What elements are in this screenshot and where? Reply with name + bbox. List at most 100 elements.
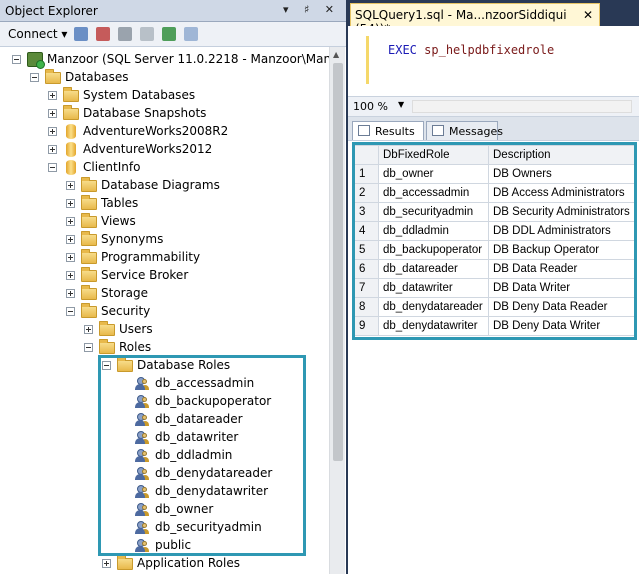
tree-node[interactable]: Application Roles	[0, 555, 329, 573]
folder-icon	[81, 195, 97, 210]
change-tracking-margin	[366, 36, 369, 84]
tree-node[interactable]: Storage	[0, 285, 329, 303]
tree-vertical-scrollbar[interactable]: ▲	[329, 47, 345, 574]
close-tab-icon[interactable]: ✕	[583, 8, 593, 22]
collapse-icon[interactable]	[184, 27, 198, 41]
results-tab-strip: Results Messages	[348, 117, 639, 140]
collapse-node-icon[interactable]	[66, 307, 75, 316]
sql-keyword: EXEC	[388, 43, 417, 57]
folder-icon	[63, 87, 79, 102]
collapse-node-icon[interactable]	[84, 343, 93, 352]
results-highlight	[352, 142, 637, 340]
folder-icon	[81, 267, 97, 282]
collapse-node-icon[interactable]	[12, 55, 21, 64]
tree-node[interactable]: Manzoor (SQL Server 11.0.2218 - Manzoor\…	[0, 51, 329, 69]
expand-icon[interactable]	[66, 181, 75, 190]
expand-icon[interactable]	[48, 109, 57, 118]
query-window: SQLQuery1.sql - Ma...nzoorSiddiqui (54))…	[348, 0, 639, 574]
tree-node[interactable]: Databases	[0, 69, 329, 87]
zoom-level[interactable]: 100 %	[353, 100, 388, 113]
tree-node[interactable]: ClientInfo	[0, 159, 329, 177]
tree-node-label: AdventureWorks2008R2	[83, 124, 229, 138]
tree-node[interactable]: Database Snapshots	[0, 105, 329, 123]
expand-icon[interactable]	[48, 127, 57, 136]
tree-node-label: ClientInfo	[83, 160, 141, 174]
sql-procedure-name: sp_helpdbfixedrole	[424, 43, 555, 57]
folder-icon	[99, 321, 115, 336]
folder-icon	[81, 285, 97, 300]
stop-icon[interactable]	[118, 27, 132, 41]
folder-icon	[117, 555, 133, 570]
tab-results-label: Results	[375, 125, 415, 138]
tree-node-label: Service Broker	[101, 268, 189, 282]
folder-icon	[99, 339, 115, 354]
results-grid-area: DbFixedRole Description 1 db_owner DB Owne…	[348, 140, 639, 574]
filter-icon[interactable]	[140, 27, 154, 41]
tree-node[interactable]: Database Diagrams	[0, 177, 329, 195]
zoom-bar: 100 % ▼	[348, 96, 639, 117]
object-explorer-panel: Object Explorer ▾ ♯ ✕ Connect ▾ Manzoor …	[0, 0, 346, 574]
folder-icon	[81, 303, 97, 318]
folder-icon	[81, 249, 97, 264]
expand-icon[interactable]	[66, 289, 75, 298]
document-tab-strip: SQLQuery1.sql - Ma...nzoorSiddiqui (54))…	[348, 0, 639, 36]
tree-node-label: Synonyms	[101, 232, 164, 246]
connect-button[interactable]: Connect ▾	[8, 27, 67, 41]
tree-node-label: Security	[101, 304, 151, 318]
tree-node[interactable]: AdventureWorks2008R2	[0, 123, 329, 141]
panel-window-buttons[interactable]: ▾ ♯ ✕	[283, 3, 340, 16]
expand-icon[interactable]	[66, 235, 75, 244]
object-explorer-toolbar: Connect ▾	[0, 22, 346, 47]
server-icon	[27, 52, 45, 69]
refresh-icon[interactable]	[162, 27, 176, 41]
expand-icon[interactable]	[48, 145, 57, 154]
tree-node-label: Application Roles	[137, 556, 240, 570]
database-icon	[66, 142, 76, 157]
tab-results[interactable]: Results	[352, 121, 424, 140]
collapse-node-icon[interactable]	[30, 73, 39, 82]
object-explorer-title: Object Explorer	[5, 4, 98, 18]
connect-object-explorer-icon[interactable]	[74, 27, 88, 41]
disconnect-icon[interactable]	[96, 27, 110, 41]
expand-icon[interactable]	[66, 199, 75, 208]
tree-node[interactable]: Tables	[0, 195, 329, 213]
expand-icon[interactable]	[102, 559, 111, 568]
tree-node[interactable]: Programmability	[0, 249, 329, 267]
editor-horizontal-scrollbar[interactable]	[412, 100, 632, 113]
expand-icon[interactable]	[66, 271, 75, 280]
expand-icon[interactable]	[48, 91, 57, 100]
scrollbar-thumb[interactable]	[333, 63, 343, 461]
tree-node-label: Database Snapshots	[83, 106, 207, 120]
zoom-dropdown-icon[interactable]: ▼	[398, 100, 404, 109]
tree-node[interactable]: System Databases	[0, 87, 329, 105]
collapse-node-icon[interactable]	[48, 163, 57, 172]
tree-node-label: Tables	[101, 196, 139, 210]
tree-node-label: Roles	[119, 340, 152, 354]
tree-node-label: Programmability	[101, 250, 201, 264]
tree-node[interactable]: Service Broker	[0, 267, 329, 285]
sql-editor[interactable]: EXEC sp_helpdbfixedrole	[348, 26, 639, 96]
tree-node-label: Storage	[101, 286, 148, 300]
expand-icon[interactable]	[66, 253, 75, 262]
tab-messages-label: Messages	[449, 125, 503, 138]
folder-icon	[81, 213, 97, 228]
tree-node-label: AdventureWorks2012	[83, 142, 213, 156]
tree-node[interactable]: AdventureWorks2012	[0, 141, 329, 159]
tree-node[interactable]: Security	[0, 303, 329, 321]
expand-icon[interactable]	[84, 325, 93, 334]
sql-code-line[interactable]: EXEC sp_helpdbfixedrole	[388, 43, 554, 57]
folder-icon	[45, 69, 61, 84]
expand-icon[interactable]	[66, 217, 75, 226]
scroll-up-arrow-icon[interactable]: ▲	[333, 50, 339, 59]
folder-icon	[81, 231, 97, 246]
tree-node[interactable]: Synonyms	[0, 231, 329, 249]
tree-node[interactable]: Users	[0, 321, 329, 339]
tab-messages[interactable]: Messages	[426, 121, 503, 140]
tree-node-label: Databases	[65, 70, 129, 84]
tree-node[interactable]: Views	[0, 213, 329, 231]
database-icon	[66, 124, 76, 139]
folder-icon	[63, 105, 79, 120]
tab-sqlquery1[interactable]: SQLQuery1.sql - Ma...nzoorSiddiqui (54))…	[350, 3, 600, 36]
tree-node-label: Database Diagrams	[101, 178, 220, 192]
tree-node-label: Views	[101, 214, 136, 228]
